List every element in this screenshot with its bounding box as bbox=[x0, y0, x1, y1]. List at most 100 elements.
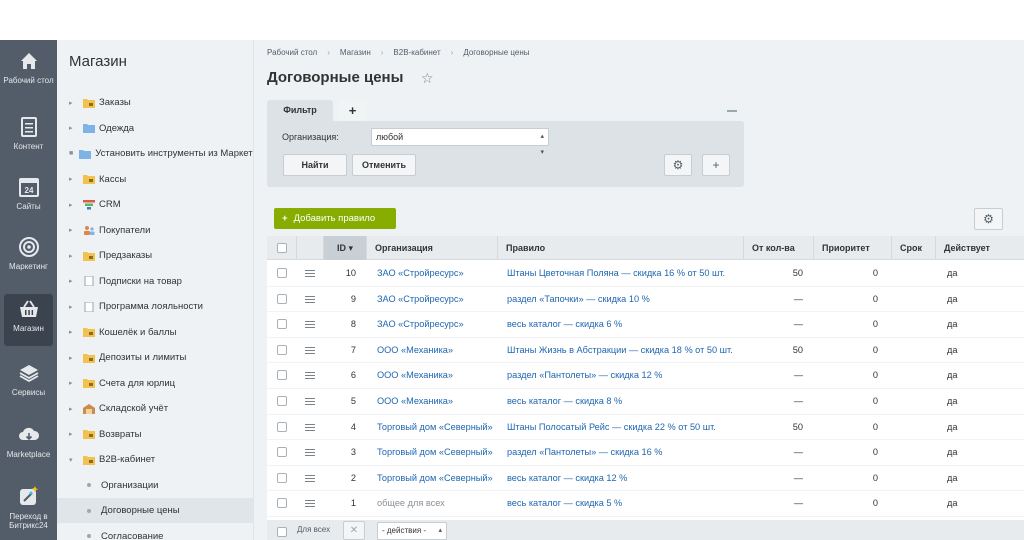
menu-item[interactable]: ▸ Предзаказы bbox=[57, 243, 253, 268]
actions-select[interactable]: - действия - ▴▾ bbox=[377, 522, 447, 540]
chevron-right-icon[interactable]: ▸ bbox=[69, 252, 77, 260]
menu-item[interactable]: ▸ Программа лояльности bbox=[57, 294, 253, 319]
cell-organization[interactable]: ООО «Механика» bbox=[377, 396, 453, 406]
chevron-down-icon[interactable]: ▾ bbox=[69, 456, 77, 464]
row-menu-icon[interactable] bbox=[305, 295, 315, 303]
row-menu-icon[interactable] bbox=[305, 500, 315, 508]
chevron-right-icon[interactable]: ▸ bbox=[69, 405, 77, 413]
chevron-right-icon[interactable]: ▸ bbox=[69, 277, 77, 285]
table-row[interactable]: 9 ЗАО «Стройресурс» раздел «Тапочки» — ски… bbox=[267, 287, 1024, 313]
table-row[interactable]: 7 ООО «Механика» Штаны Жизнь в Абстракции … bbox=[267, 338, 1024, 364]
tab-filter[interactable]: Фильтр bbox=[267, 100, 333, 121]
menu-item[interactable]: ▸ Кассы bbox=[57, 167, 253, 192]
cell-rule[interactable]: Штаны Полосатый Рейс — скидка 22 % от 50… bbox=[507, 422, 716, 432]
table-row[interactable]: 1 общее для всех весь каталог — скидка 5 %… bbox=[267, 491, 1024, 517]
add-filter-tab-button[interactable]: + bbox=[338, 100, 367, 121]
row-menu-icon[interactable] bbox=[305, 474, 315, 482]
cell-rule[interactable]: Штаны Жизнь в Абстракции — скидка 18 % о… bbox=[507, 345, 733, 355]
menu-item[interactable]: ▸ Депозиты и лимиты bbox=[57, 345, 253, 370]
chevron-right-icon[interactable]: ▸ bbox=[69, 175, 77, 183]
cell-organization[interactable]: ООО «Механика» bbox=[377, 345, 453, 355]
nav-bitrix24[interactable]: Переход в Битрикс24 bbox=[0, 484, 57, 540]
nav-marketplace[interactable]: Marketplace bbox=[0, 424, 57, 484]
favorite-star-icon[interactable]: ☆ bbox=[421, 70, 434, 87]
menu-item[interactable]: ▸ Счета для юрлиц bbox=[57, 371, 253, 396]
cell-rule[interactable]: весь каталог — скидка 8 % bbox=[507, 396, 622, 406]
delete-icon[interactable]: ✕ bbox=[343, 521, 365, 540]
menu-item[interactable]: ▸ Подписки на товар bbox=[57, 269, 253, 294]
row-menu-icon[interactable] bbox=[305, 372, 315, 380]
menu-item[interactable]: ▸ Кошелёк и баллы bbox=[57, 320, 253, 345]
add-rule-button[interactable]: + Добавить правило bbox=[274, 208, 396, 229]
menu-item[interactable]: ■ Установить инструменты из Маркетплейс bbox=[57, 141, 253, 166]
chevron-right-icon[interactable]: ▸ bbox=[69, 124, 77, 132]
cell-rule[interactable]: Штаны Цветочная Поляна — скидка 16 % от … bbox=[507, 268, 725, 278]
table-row[interactable]: 10 ЗАО «Стройресурс» Штаны Цветочная Полян… bbox=[267, 261, 1024, 287]
chevron-right-icon[interactable]: ▸ bbox=[69, 226, 77, 234]
cell-rule[interactable]: раздел «Пантолеты» — скидка 12 % bbox=[507, 370, 662, 380]
minimize-filter-icon[interactable] bbox=[727, 110, 737, 112]
row-menu-icon[interactable] bbox=[305, 270, 315, 277]
table-row[interactable]: 6 ООО «Механика» раздел «Пантолеты» — скид… bbox=[267, 363, 1024, 389]
row-menu-icon[interactable] bbox=[305, 449, 315, 457]
cell-organization[interactable]: Торговый дом «Северный» bbox=[377, 473, 493, 483]
breadcrumb-item[interactable]: Договорные цены bbox=[463, 48, 529, 57]
chevron-right-icon[interactable]: ■ bbox=[69, 150, 73, 157]
cell-rule[interactable]: раздел «Пантолеты» — скидка 16 % bbox=[507, 447, 662, 457]
chevron-right-icon[interactable]: ▸ bbox=[69, 379, 77, 387]
column-rule[interactable]: Правило bbox=[498, 236, 744, 260]
cell-organization[interactable]: Торговый дом «Северный» bbox=[377, 447, 493, 457]
row-menu-icon[interactable] bbox=[305, 398, 315, 405]
menu-item[interactable]: ▸ Складской учёт bbox=[57, 396, 253, 421]
cell-rule[interactable]: весь каталог — скидка 5 % bbox=[507, 498, 622, 508]
nav-desktop[interactable]: Рабочий стол bbox=[0, 50, 57, 110]
menu-item[interactable]: Согласование bbox=[57, 524, 253, 540]
row-checkbox[interactable] bbox=[277, 447, 287, 458]
chevron-right-icon[interactable]: ▸ bbox=[69, 99, 77, 107]
column-organization[interactable]: Организация bbox=[367, 236, 498, 260]
chevron-right-icon[interactable]: ▸ bbox=[69, 303, 77, 311]
find-button[interactable]: Найти bbox=[283, 154, 347, 176]
nav-shop[interactable]: Магазин bbox=[4, 294, 53, 346]
menu-item[interactable]: ▾ B2B-кабинет bbox=[57, 447, 253, 472]
cell-rule[interactable]: раздел «Тапочки» — скидка 10 % bbox=[507, 294, 650, 304]
menu-item[interactable]: ▸ Покупатели bbox=[57, 218, 253, 243]
nav-sites[interactable]: 24 Сайты bbox=[0, 176, 57, 236]
filter-add-field-button[interactable]: + bbox=[702, 154, 730, 176]
cell-organization[interactable]: ЗАО «Стройресурс» bbox=[377, 319, 464, 329]
row-menu-icon[interactable] bbox=[305, 346, 315, 354]
cell-rule[interactable]: весь каталог — скидка 6 % bbox=[507, 319, 622, 329]
nav-marketing[interactable]: Маркетинг bbox=[0, 236, 57, 296]
grid-settings-gear-icon[interactable]: ⚙ bbox=[974, 208, 1003, 230]
table-row[interactable]: 4 Торговый дом «Северный» Штаны Полосатый … bbox=[267, 415, 1024, 441]
menu-item[interactable]: ▸ CRM bbox=[57, 192, 253, 217]
row-checkbox[interactable] bbox=[277, 396, 287, 406]
row-checkbox[interactable] bbox=[277, 344, 287, 355]
filter-settings-gear-icon[interactable]: ⚙ bbox=[664, 154, 692, 176]
nav-services[interactable]: Сервисы bbox=[0, 362, 57, 422]
row-checkbox[interactable] bbox=[277, 370, 287, 381]
organization-select[interactable]: любой ▴ ▾ bbox=[371, 128, 549, 156]
cancel-button[interactable]: Отменить bbox=[352, 154, 416, 176]
column-id[interactable]: ID ▾ bbox=[324, 236, 367, 260]
select-all-checkbox[interactable] bbox=[277, 243, 287, 253]
column-priority[interactable]: Приоритет bbox=[814, 236, 892, 260]
row-checkbox[interactable] bbox=[277, 498, 287, 509]
breadcrumb-item[interactable]: Рабочий стол bbox=[267, 48, 317, 57]
row-checkbox[interactable] bbox=[277, 319, 287, 330]
nav-content[interactable]: Контент bbox=[0, 116, 57, 176]
column-min-qty[interactable]: От кол-ва bbox=[744, 236, 814, 260]
chevron-right-icon[interactable]: ▸ bbox=[69, 201, 77, 209]
column-active[interactable]: Действует bbox=[936, 236, 1024, 260]
row-checkbox[interactable] bbox=[277, 472, 287, 483]
breadcrumb-item[interactable]: B2B-кабинет bbox=[393, 48, 440, 57]
cell-organization[interactable]: ЗАО «Стройресурс» bbox=[377, 268, 464, 278]
column-term[interactable]: Срок bbox=[892, 236, 936, 260]
cell-organization[interactable]: ЗАО «Стройресурс» bbox=[377, 294, 464, 304]
row-checkbox[interactable] bbox=[277, 268, 287, 278]
menu-item[interactable]: Договорные цены bbox=[57, 498, 253, 523]
row-checkbox[interactable] bbox=[277, 421, 287, 432]
chevron-right-icon[interactable]: ▸ bbox=[69, 328, 77, 336]
table-row[interactable]: 8 ЗАО «Стройресурс» весь каталог — скидка … bbox=[267, 312, 1024, 338]
chevron-right-icon[interactable]: ▸ bbox=[69, 430, 77, 438]
